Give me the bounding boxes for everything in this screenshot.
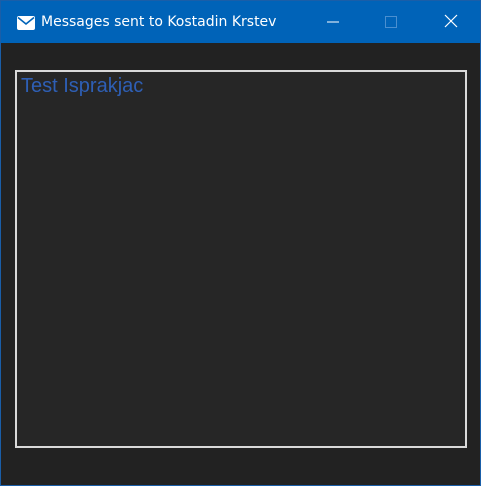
message-item[interactable]: Test Isprakjac — [21, 74, 143, 98]
maximize-icon — [385, 13, 397, 32]
title-bar[interactable]: Messages sent to Kostadin Krstev — [1, 1, 480, 43]
messages-window: Messages sent to Kostadin Krstev Test Is… — [0, 0, 481, 486]
minimize-icon — [327, 13, 339, 32]
maximize-button — [362, 1, 420, 43]
close-icon — [444, 13, 458, 32]
envelope-icon — [17, 15, 35, 30]
close-button[interactable] — [422, 1, 480, 43]
window-content: Test Isprakjac — [1, 43, 480, 485]
window-title: Messages sent to Kostadin Krstev — [41, 14, 277, 30]
minimize-button[interactable] — [304, 1, 362, 43]
messages-list[interactable]: Test Isprakjac — [15, 70, 467, 448]
